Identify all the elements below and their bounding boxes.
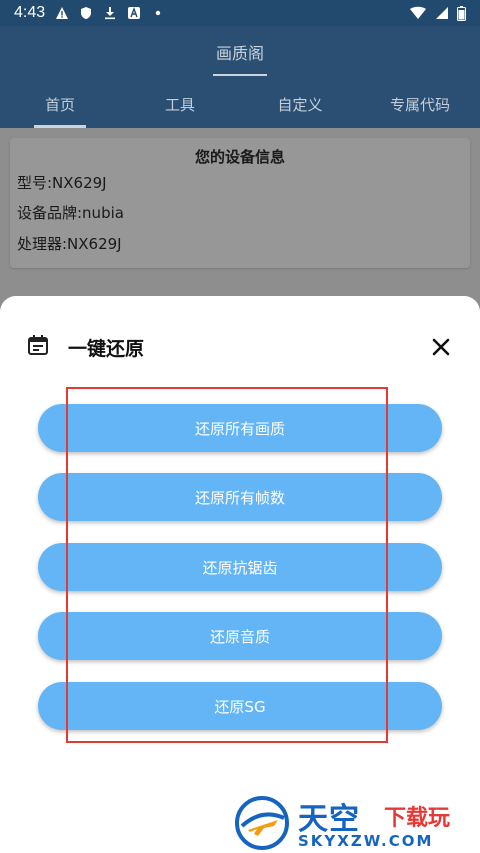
airplane-logo-icon [235,796,289,850]
battery-icon [457,5,466,21]
screen: 4:43 画质阁 首页 工具 自定义 专属代码 您的设备信息 型号:NX629J… [0,0,480,853]
restore-sg-button[interactable]: 还原SG [38,682,442,730]
status-bar: 4:43 [0,0,480,26]
download-icon [105,7,116,20]
shield-icon [81,7,92,19]
restore-all-fps-button[interactable]: 还原所有帧数 [38,473,442,521]
status-time: 4:43 [14,4,46,21]
alert-icon [56,7,69,19]
app-title: 画质阁 [215,44,264,63]
close-icon[interactable] [430,336,452,358]
restore-audio-button[interactable]: 还原音质 [38,612,442,660]
restore-all-quality-button[interactable]: 还原所有画质 [38,404,442,452]
device-info-card: 您的设备信息 型号:NX629J 设备品牌:nubia 处理器:NX629J [10,138,470,268]
tab-tools[interactable]: 工具 [120,86,240,128]
watermark-sub-text: 下载玩 [384,806,451,831]
device-model: 型号:NX629J [17,174,107,192]
title-underline [213,74,267,76]
tab-custom[interactable]: 自定义 [240,86,360,128]
device-brand: 设备品牌:nubia [17,204,124,222]
a-icon [128,7,141,19]
status-left: 4:43 [14,4,165,22]
status-right [409,5,466,21]
restore-antialiasing-button[interactable]: 还原抗锯齿 [38,543,442,591]
tab-exclusive-code[interactable]: 专属代码 [360,86,480,128]
device-processor: 处理器:NX629J [17,235,122,253]
signal-icon [436,7,448,19]
sheet-title: 一键还原 [68,338,145,360]
watermark-url: SKYXZW.COM [298,832,434,850]
device-info-title: 您的设备信息 [194,148,285,166]
dot-icon [155,10,161,16]
tab-home[interactable]: 首页 [0,86,120,128]
calendar-icon [28,335,48,355]
app-bar: 画质阁 首页 工具 自定义 专属代码 [0,26,480,128]
wifi-icon [410,6,426,19]
tab-bar: 首页 工具 自定义 专属代码 [0,86,480,128]
watermark: 天空 下载玩 SKYXZW.COM [234,794,480,853]
